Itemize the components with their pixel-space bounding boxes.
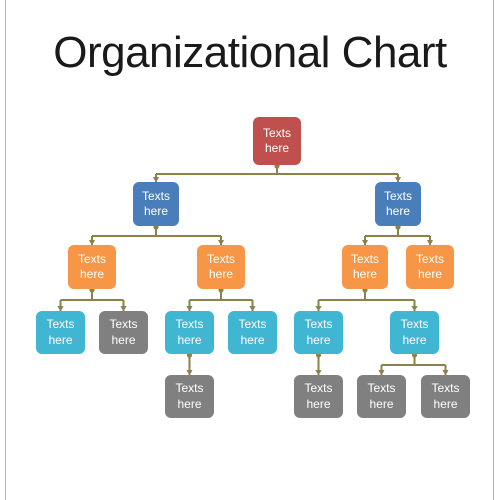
org-node-n2[interactable]: Texts here bbox=[133, 182, 179, 226]
org-node-label-line1: Texts bbox=[415, 251, 444, 266]
slide-canvas: Organizational Chart Texts here Texts here T… bbox=[0, 0, 500, 500]
org-node-label-line1: Texts bbox=[238, 317, 267, 332]
org-node-label-line2: here bbox=[143, 204, 169, 218]
org-node-label-line1: Texts bbox=[77, 251, 106, 266]
org-node-n5[interactable]: Texts here bbox=[197, 245, 245, 289]
org-node-label-line2: here bbox=[433, 396, 458, 411]
org-node-label-line2: here bbox=[79, 267, 105, 281]
org-node-n13[interactable]: Texts here bbox=[390, 311, 439, 354]
org-node-n7[interactable]: Texts here bbox=[406, 245, 454, 289]
org-node-label-line2: here bbox=[48, 332, 73, 347]
org-node-label-line1: Texts bbox=[206, 251, 235, 266]
org-node-n15[interactable]: Texts here bbox=[294, 375, 343, 418]
org-node-label-line1: Texts bbox=[304, 381, 333, 396]
org-node-n9[interactable]: Texts here bbox=[99, 311, 148, 354]
org-node-n6[interactable]: Texts here bbox=[342, 245, 388, 289]
org-node-label-line1: Texts bbox=[304, 317, 333, 332]
org-node-n14[interactable]: Texts here bbox=[165, 375, 214, 418]
org-node-n17[interactable]: Texts here bbox=[421, 375, 470, 418]
org-node-label-line1: Texts bbox=[141, 188, 170, 203]
org-node-label-line2: here bbox=[240, 332, 265, 347]
org-node-label-line1: Texts bbox=[262, 125, 291, 140]
org-node-label-line2: here bbox=[352, 267, 378, 281]
org-node-label-line1: Texts bbox=[367, 381, 396, 396]
org-node-label-line1: Texts bbox=[46, 317, 75, 332]
org-node-label-line2: here bbox=[177, 396, 202, 411]
org-node-label-line2: here bbox=[369, 396, 394, 411]
org-node-label-line1: Texts bbox=[383, 188, 412, 203]
org-node-label-line2: here bbox=[264, 141, 290, 155]
org-node-label-line2: here bbox=[306, 332, 331, 347]
org-node-n3[interactable]: Texts here bbox=[375, 182, 421, 226]
org-node-label-line1: Texts bbox=[109, 317, 138, 332]
org-node-label-line1: Texts bbox=[431, 381, 460, 396]
org-node-n12[interactable]: Texts here bbox=[294, 311, 343, 354]
org-node-label-line2: here bbox=[208, 267, 234, 281]
org-node-label-line2: here bbox=[111, 332, 136, 347]
org-node-label-line2: here bbox=[402, 332, 427, 347]
org-node-label-line2: here bbox=[177, 332, 202, 347]
org-node-label-line2: here bbox=[385, 204, 411, 218]
org-node-n16[interactable]: Texts here bbox=[357, 375, 406, 418]
org-node-label-line2: here bbox=[306, 396, 331, 411]
org-node-label-line1: Texts bbox=[350, 251, 379, 266]
org-node-n11[interactable]: Texts here bbox=[228, 311, 277, 354]
org-node-n8[interactable]: Texts here bbox=[36, 311, 85, 354]
org-node-label-line1: Texts bbox=[400, 317, 429, 332]
org-node-n10[interactable]: Texts here bbox=[165, 311, 214, 354]
org-node-n4[interactable]: Texts here bbox=[68, 245, 116, 289]
org-node-label-line1: Texts bbox=[175, 317, 204, 332]
org-node-label-line1: Texts bbox=[175, 381, 204, 396]
org-node-label-line2: here bbox=[417, 267, 443, 281]
org-node-n1[interactable]: Texts here bbox=[253, 117, 301, 165]
